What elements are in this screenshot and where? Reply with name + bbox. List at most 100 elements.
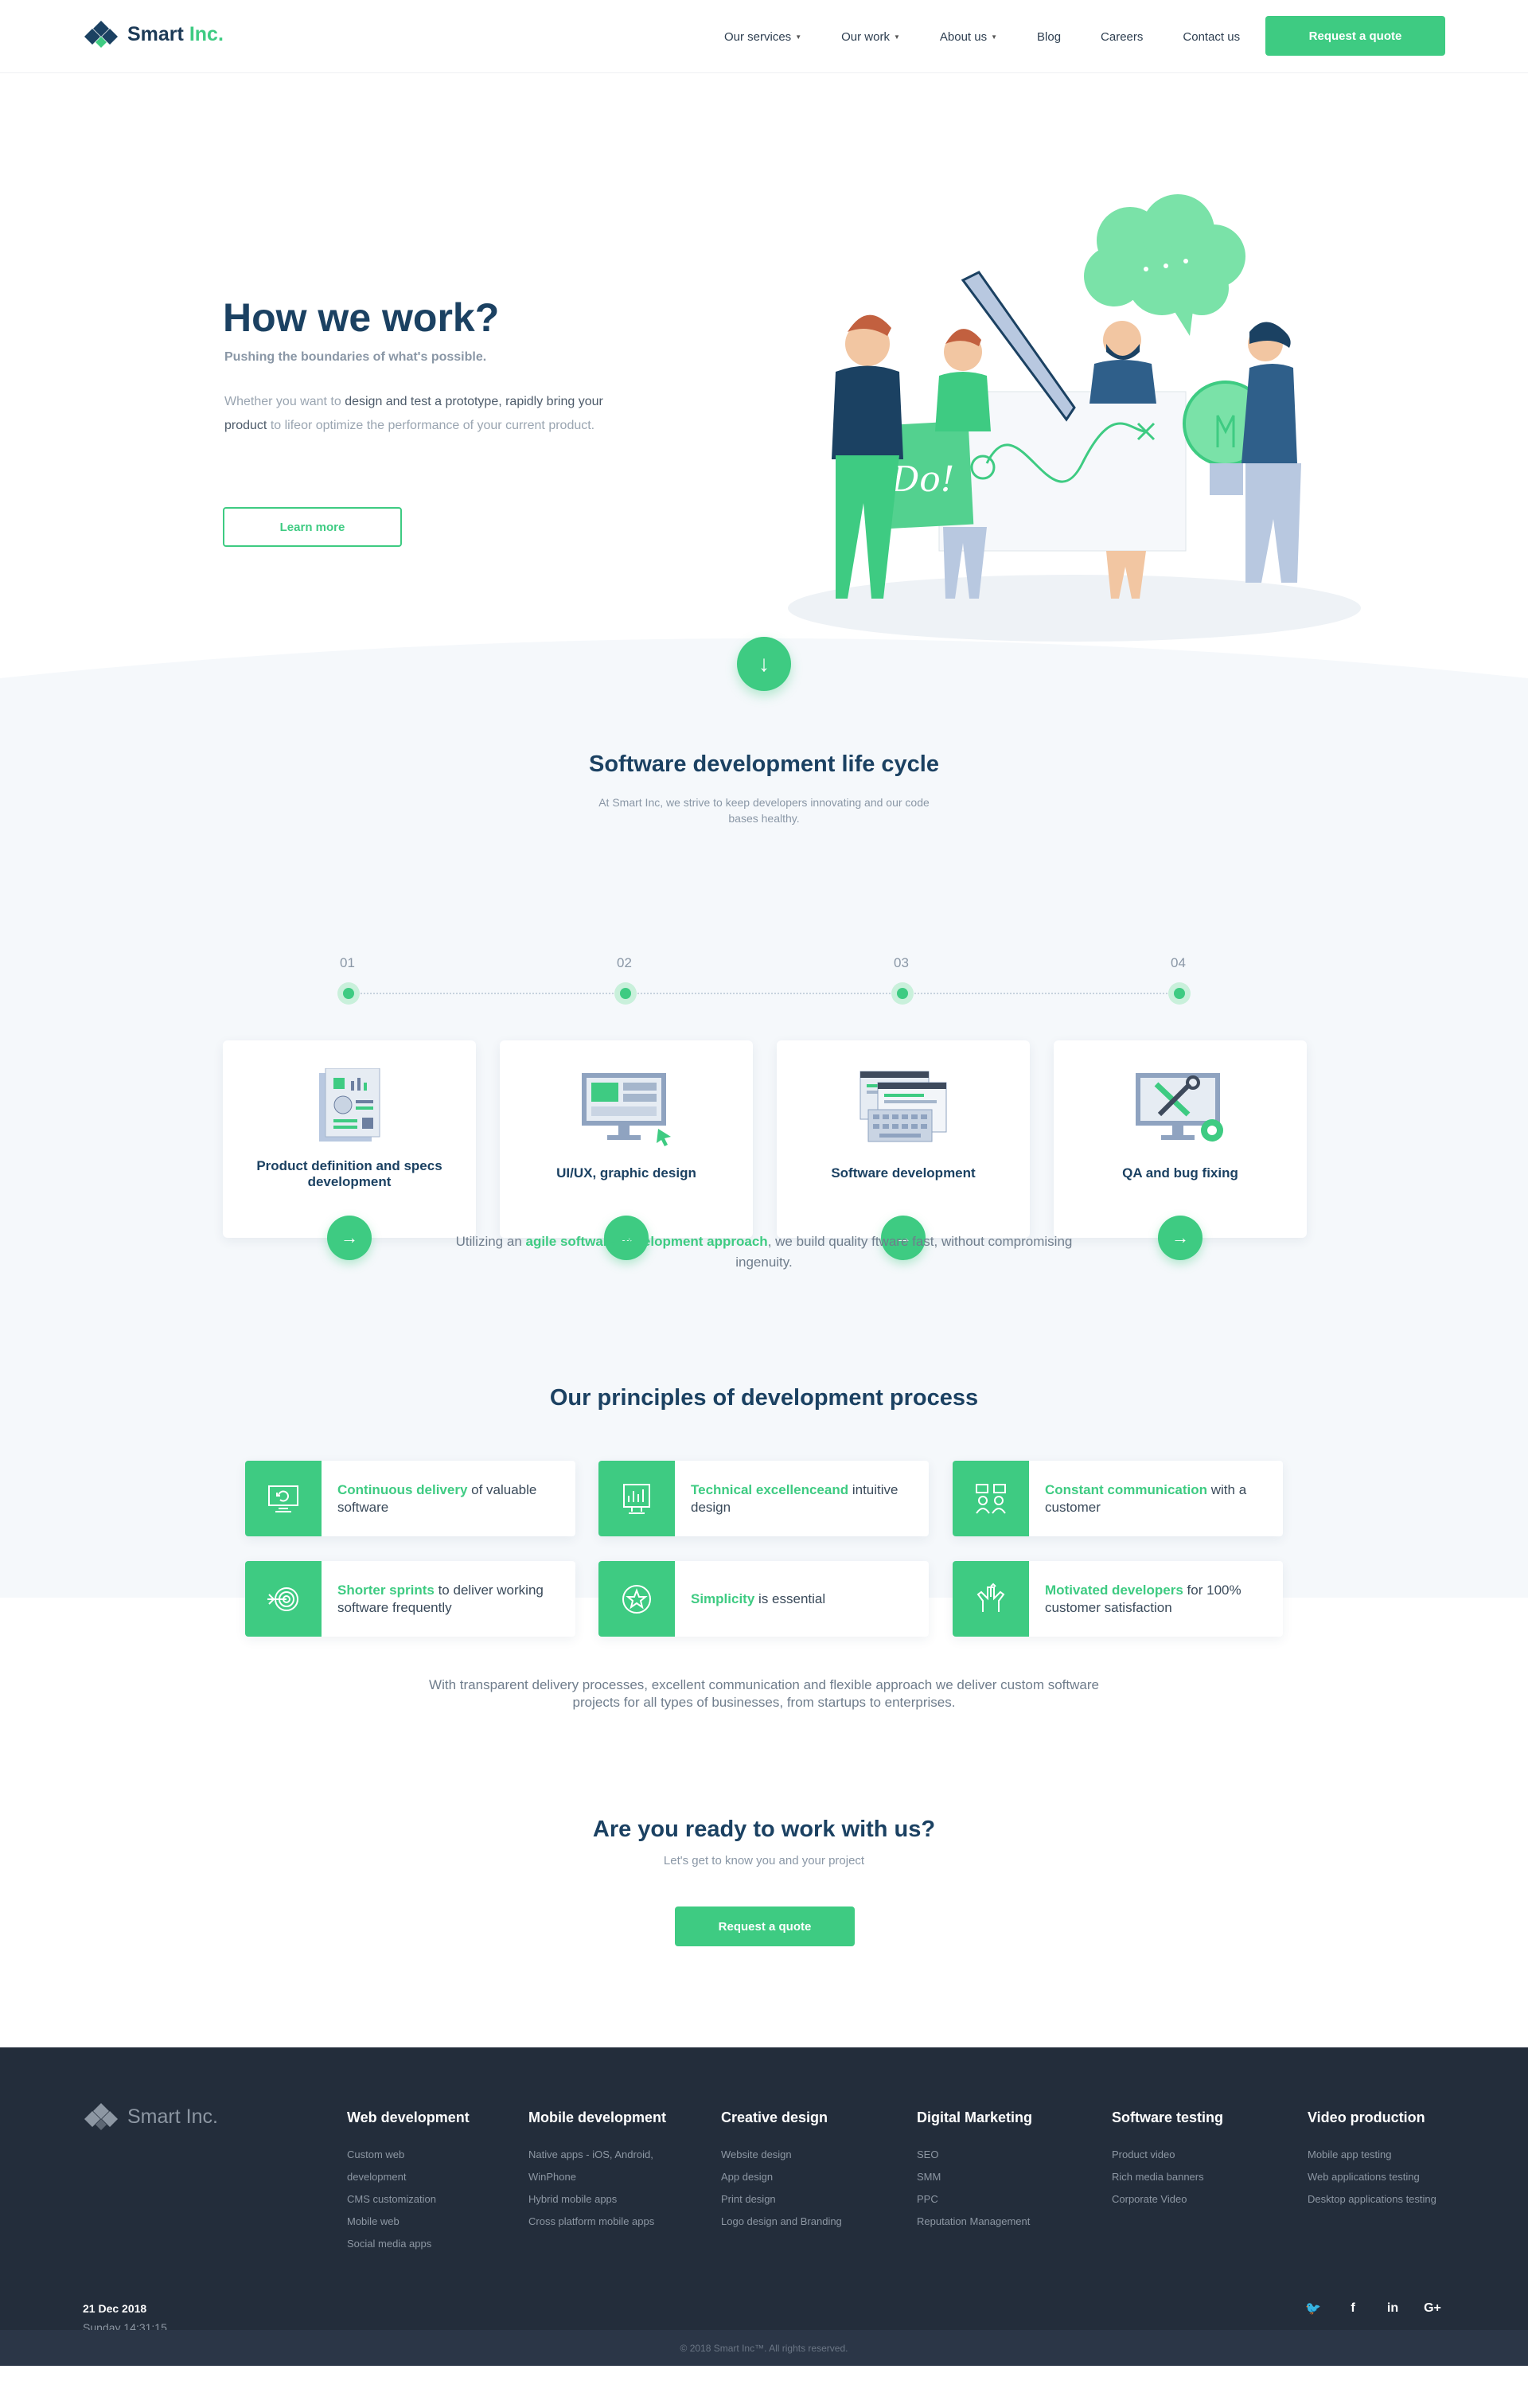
nav-about-us[interactable]: About us ▼ bbox=[940, 30, 997, 44]
footer-link[interactable]: Website design bbox=[721, 2144, 842, 2166]
footer-link[interactable]: Desktop applications testing bbox=[1308, 2188, 1436, 2211]
brand-name: Smart Inc. bbox=[127, 22, 224, 45]
principles-title: Our principles of development process bbox=[549, 1385, 979, 1411]
hero-description: Whether you want to design and test a pr… bbox=[224, 395, 603, 432]
monitor-refresh-icon bbox=[268, 1485, 298, 1512]
footer-col-video: Video production Mobile app testing Web … bbox=[1308, 2109, 1436, 2211]
step-dot bbox=[891, 982, 914, 1005]
card-arrow-button[interactable]: → bbox=[327, 1216, 372, 1260]
footer-col-testing: Software testing Product video Rich medi… bbox=[1112, 2109, 1223, 2211]
google-plus-icon[interactable]: G+ bbox=[1424, 2301, 1441, 2316]
footer-link[interactable]: Social media apps bbox=[347, 2233, 470, 2255]
footer-link[interactable]: Reputation Management bbox=[917, 2211, 1032, 2233]
lifecycle-section: ↓ Software development life cycle At Sma… bbox=[0, 637, 1528, 1637]
footer-col-title: Video production bbox=[1308, 2109, 1425, 2125]
lifecycle-card-qa: QA and bug fixing → bbox=[1054, 1040, 1307, 1260]
copyright: © 2018 Smart Inc™. All rights reserved. bbox=[0, 2330, 1528, 2366]
footer-link[interactable]: Logo design and Branding bbox=[721, 2211, 842, 2233]
diamond-logo-icon bbox=[84, 21, 118, 48]
social-links: 🐦 f in G+ bbox=[1305, 2301, 1441, 2316]
team-illustration: Do! bbox=[788, 194, 1361, 642]
card-title: Software development bbox=[831, 1165, 976, 1181]
footer-col-title: Creative design bbox=[721, 2109, 828, 2125]
step-dot bbox=[614, 982, 637, 1005]
footer-link[interactable]: App design bbox=[721, 2166, 842, 2188]
footer-link[interactable]: Cross platform mobile apps bbox=[528, 2211, 666, 2233]
footer-link[interactable]: development bbox=[347, 2166, 470, 2188]
twitter-icon[interactable]: 🐦 bbox=[1305, 2301, 1321, 2316]
arrow-right-icon: → bbox=[341, 1227, 358, 1247]
chart-screen-icon bbox=[623, 1483, 650, 1514]
lifecycle-card-development: Software development → bbox=[777, 1040, 1030, 1260]
footer-date: 21 Dec 2018 bbox=[83, 2302, 147, 2315]
do-sign-text: Do! bbox=[891, 459, 954, 500]
footer-link[interactable]: Mobile app testing bbox=[1308, 2144, 1436, 2166]
lifecycle-card-specs: Product definition and specs development… bbox=[223, 1040, 476, 1260]
footer-link[interactable]: Mobile web bbox=[347, 2211, 470, 2233]
lifecycle-title: Software development life cycle bbox=[589, 751, 939, 777]
agile-link[interactable]: agile software development approach bbox=[526, 1234, 768, 1249]
nav-contact-us[interactable]: Contact us bbox=[1183, 30, 1240, 44]
footer-logo[interactable]: Smart Inc. bbox=[83, 2102, 218, 2132]
card-title: Product definition and specs development bbox=[256, 1158, 442, 1189]
diamond-logo-icon bbox=[84, 2103, 118, 2130]
nav-blog[interactable]: Blog bbox=[1037, 30, 1061, 44]
brand-logo[interactable]: Smart Inc. bbox=[83, 19, 224, 49]
caret-down-icon: ▼ bbox=[795, 33, 802, 41]
design-monitor-icon bbox=[582, 1073, 671, 1146]
footer-col-creative: Creative design Website design App desig… bbox=[721, 2109, 842, 2233]
p-icon-box bbox=[598, 1461, 675, 1536]
footer-link[interactable]: Web applications testing bbox=[1308, 2166, 1436, 2188]
step-number: 04 bbox=[1171, 955, 1186, 970]
footer-link[interactable]: Native apps - iOS, Android, bbox=[528, 2144, 666, 2166]
step-dot bbox=[1168, 982, 1191, 1005]
footer-link[interactable]: Corporate Video bbox=[1112, 2188, 1223, 2211]
arrow-down-icon: ↓ bbox=[758, 651, 770, 676]
lifecycle-card-design: UI/UX, graphic design → bbox=[500, 1040, 753, 1260]
footer-col-title: Mobile development bbox=[528, 2109, 667, 2125]
site-header: Smart Inc. Our services ▼ Our work ▼ About… bbox=[0, 0, 1528, 73]
facebook-icon[interactable]: f bbox=[1345, 2301, 1361, 2316]
footer-link[interactable]: Product video bbox=[1112, 2144, 1223, 2166]
nav-careers[interactable]: Careers bbox=[1101, 30, 1143, 44]
arrow-right-icon: → bbox=[1171, 1227, 1189, 1247]
learn-more-button[interactable]: Learn more bbox=[223, 507, 402, 547]
principle-text: Constant communication with a customer bbox=[1045, 1481, 1247, 1515]
nav-our-work[interactable]: Our work ▼ bbox=[841, 30, 900, 44]
linkedin-icon[interactable]: in bbox=[1385, 2301, 1401, 2316]
people-chat-icon bbox=[976, 1483, 1006, 1514]
cta-request-quote-button[interactable]: Request a quote bbox=[675, 1906, 855, 1946]
principle-text: Continuous delivery of valuable software bbox=[337, 1481, 537, 1515]
footer-link[interactable]: SEO bbox=[917, 2144, 1032, 2166]
footer-link[interactable]: CMS customization bbox=[347, 2188, 470, 2211]
principle-continuous-delivery: Continuous delivery of valuable software bbox=[245, 1461, 575, 1536]
footer-link[interactable]: PPC bbox=[917, 2188, 1032, 2211]
footer-link[interactable]: SMM bbox=[917, 2166, 1032, 2188]
p-icon-box bbox=[953, 1461, 1029, 1536]
cta-subtitle: Let's get to know you and your project bbox=[663, 1854, 865, 1867]
footer-link[interactable]: Rich media banners bbox=[1112, 2166, 1223, 2188]
agile-statement: Utilizing an agile software development … bbox=[455, 1234, 1073, 1270]
scroll-down-button[interactable]: ↓ bbox=[737, 637, 791, 691]
footer-col-marketing: Digital Marketing SEO SMM PPC Reputation… bbox=[917, 2109, 1032, 2233]
cta-title: Are you ready to work with us? bbox=[592, 1817, 936, 1842]
request-quote-button[interactable]: Request a quote bbox=[1265, 16, 1445, 56]
specs-document-icon bbox=[319, 1068, 380, 1142]
footer-link[interactable]: Custom web bbox=[347, 2144, 470, 2166]
footer-link[interactable]: Hybrid mobile apps bbox=[528, 2188, 666, 2211]
footer-link[interactable]: Print design bbox=[721, 2188, 842, 2211]
footer-col-mobile: Mobile development Native apps - iOS, An… bbox=[528, 2109, 666, 2233]
lifecycle-subtitle: At Smart Inc, we strive to keep develope… bbox=[598, 796, 930, 825]
principle-text: Technical excellenceand intuitive design bbox=[691, 1481, 898, 1515]
footer-link[interactable]: WinPhone bbox=[528, 2166, 666, 2188]
p-icon-box bbox=[245, 1461, 322, 1536]
card-arrow-button[interactable]: → bbox=[1158, 1216, 1203, 1260]
footer-col-title: Digital Marketing bbox=[917, 2109, 1033, 2125]
step-number: 02 bbox=[617, 955, 632, 970]
tools-monitor-icon bbox=[1136, 1073, 1223, 1142]
step-number: 03 bbox=[894, 955, 909, 970]
closing-section: With transparent delivery processes, exc… bbox=[0, 1598, 1528, 2047]
site-footer: Smart Inc. Web development Custom web de… bbox=[0, 2047, 1528, 2366]
steps-timeline bbox=[349, 993, 1179, 994]
nav-our-services[interactable]: Our services ▼ bbox=[724, 30, 801, 44]
